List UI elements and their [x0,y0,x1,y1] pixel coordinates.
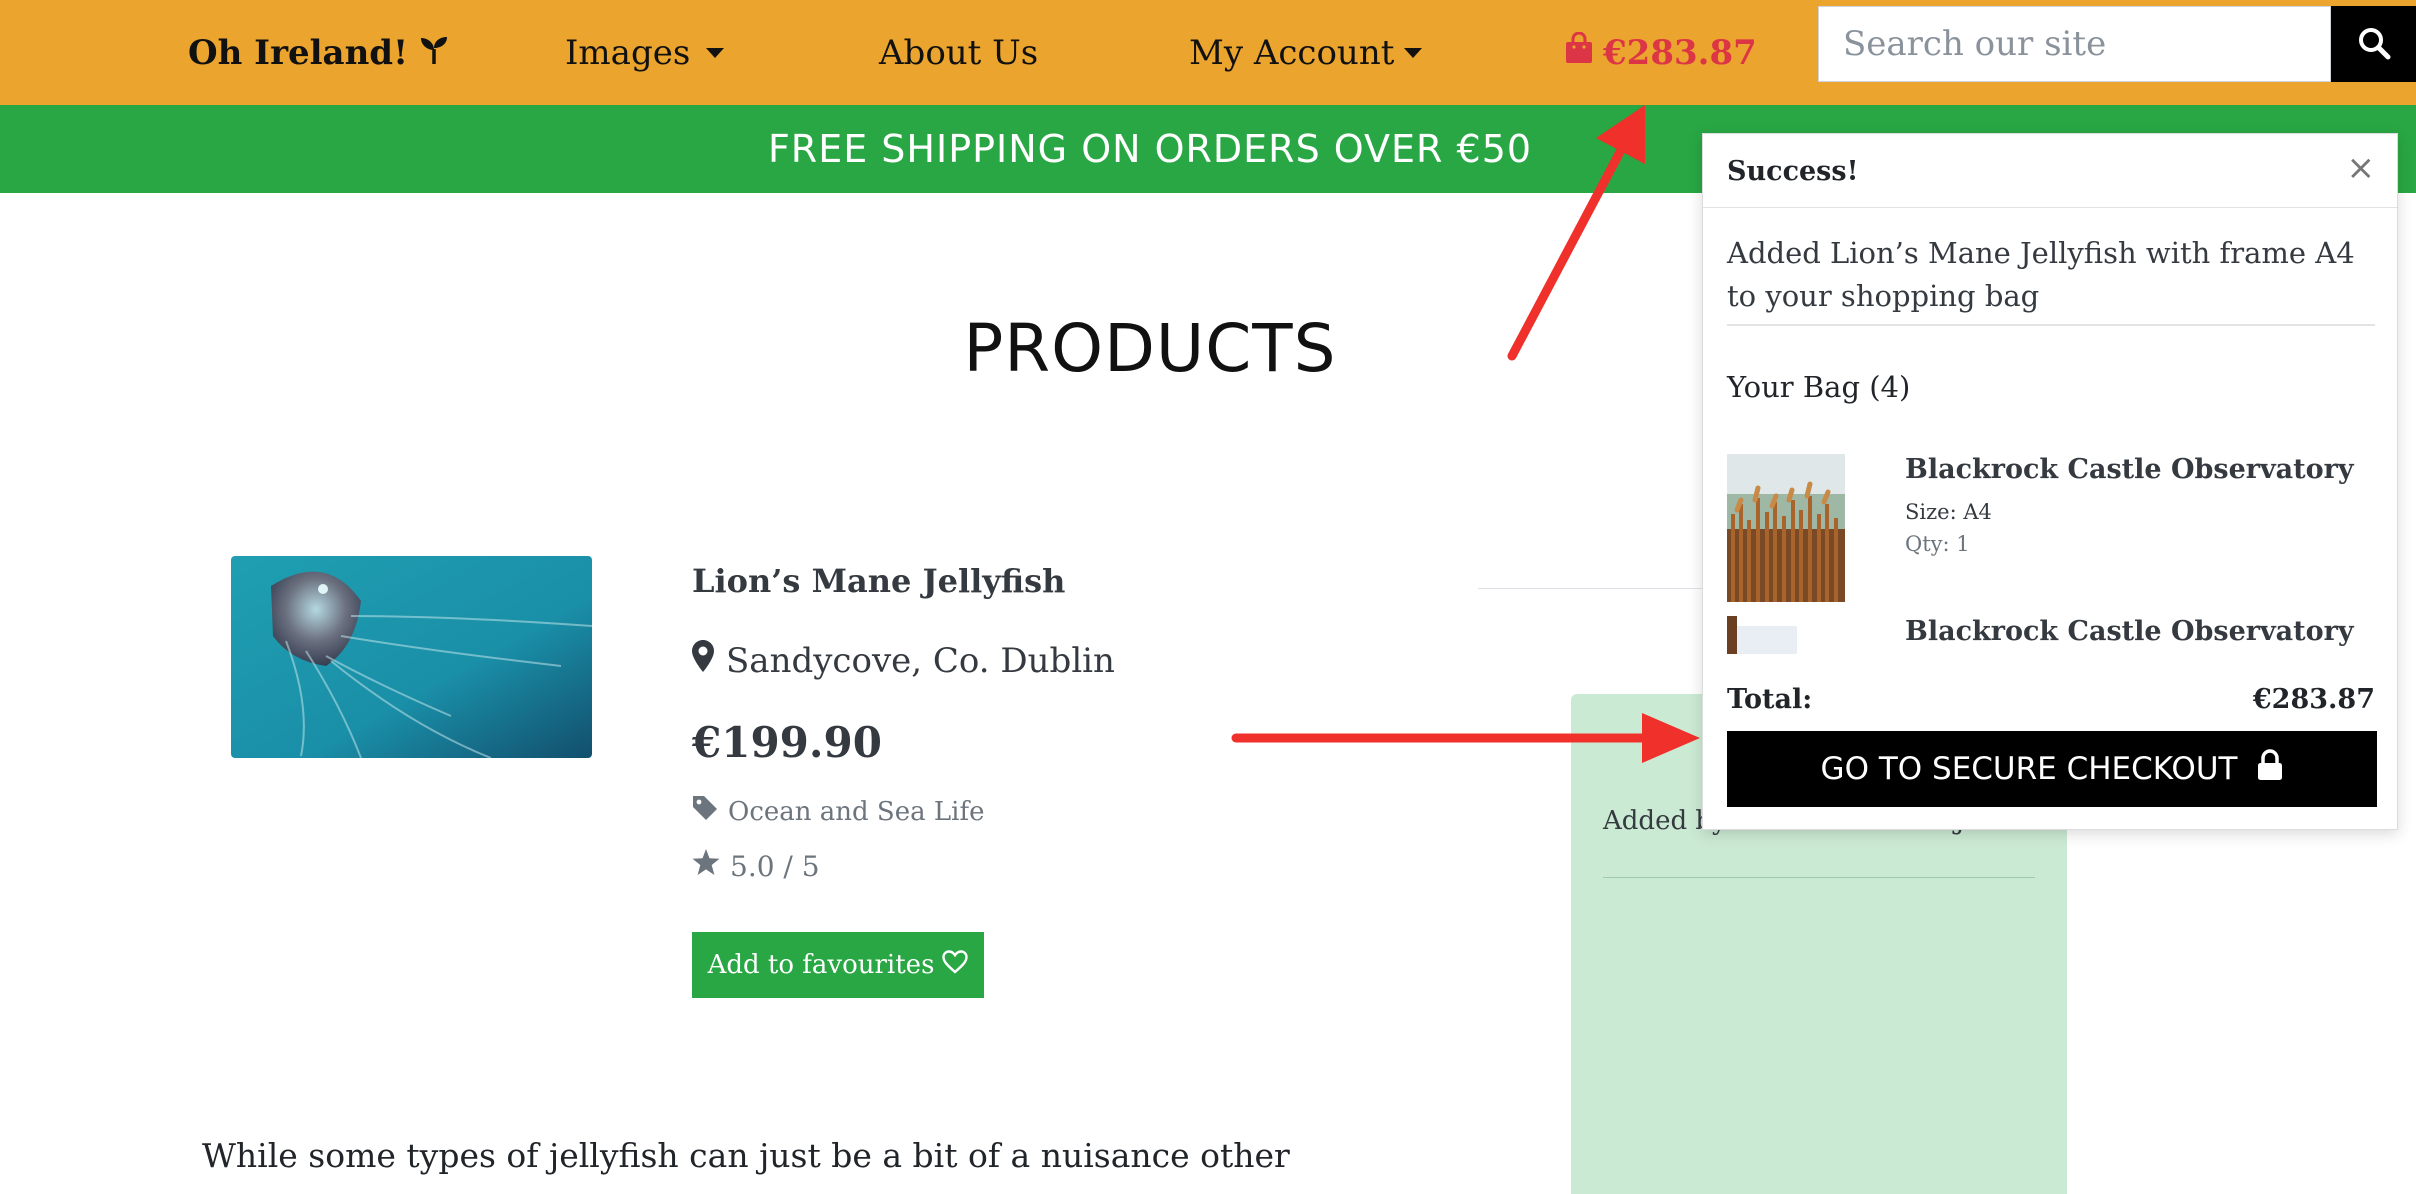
map-marker-icon [692,640,726,681]
product-location: Sandycove, Co. Dublin [692,640,1115,681]
bag-items-list[interactable]: Blackrock Castle Observatory Size: A4 Qt… [1727,454,2377,654]
toast-close-button[interactable]: × [2347,148,2376,188]
bag-item-name: Blackrock Castle Observatory [1905,454,2354,485]
bag-item: Blackrock Castle Observatory [1727,616,2377,654]
nav-account-dropdown[interactable]: My Account [1189,0,1423,105]
chevron-down-icon [706,47,725,58]
toast-title: Success! [1727,156,1859,187]
product-location-text: Sandycove, Co. Dublin [726,640,1115,681]
bag-item-thumbnail [1727,454,1845,602]
product-description: While some types of jellyfish can just b… [202,1136,1290,1175]
seedling-icon [418,33,450,73]
bag-item-size: Size: A4 [1905,500,1992,524]
nav-about-label: About Us [879,32,1039,73]
card-divider [1603,877,2035,878]
bag-total-label: Total: [1727,684,1813,715]
success-toast: Success! × Added Lion’s Mane Jellyfish w… [1702,133,2398,830]
add-to-favourites-label: Add to favourites [707,950,935,980]
nav-about-link[interactable]: About Us [879,0,1038,105]
content-divider [1478,588,1713,589]
toast-divider [1727,324,2375,326]
bag-total-value: €283.87 [2252,684,2375,715]
bag-item-name: Blackrock Castle Observatory [1905,616,2354,647]
brand-label: Oh Ireland! [188,32,408,73]
search-input[interactable] [1818,6,2331,82]
product-category-text: Ocean and Sea Life [728,796,985,827]
product-image[interactable] [231,556,592,758]
nav-account-label: My Account [1189,32,1395,73]
product-rating: 5.0 / 5 [692,849,820,883]
nav-images-label: Images [565,32,691,73]
bag-item: Blackrock Castle Observatory Size: A4 Qt… [1727,454,2377,616]
shopping-bag-icon [1565,31,1593,73]
product-rating-text: 5.0 / 5 [730,849,820,883]
caret-down-icon [1404,47,1423,58]
bag-item-qty: Qty: 1 [1905,532,1970,556]
product-price: €199.90 [692,718,882,767]
search-icon [2357,26,2391,63]
tag-icon [692,795,728,828]
bag-heading: Your Bag (4) [1727,370,1911,404]
shopping-bag-link[interactable]: €283.87 [1565,0,1757,105]
secure-checkout-label: GO TO SECURE CHECKOUT [1820,751,2238,787]
cart-total: €283.87 [1603,32,1757,73]
nav-images-dropdown[interactable]: Images [565,0,725,105]
toast-message: Added Lion’s Mane Jellyfish with frame A… [1727,236,2355,313]
top-navbar: Oh Ireland! Images About Us My Account €… [0,0,2416,105]
brand-logo-link[interactable]: Oh Ireland! [188,0,450,105]
star-icon [692,849,730,883]
toast-header: Success! × [1703,134,2397,208]
lock-icon [2237,749,2283,789]
bag-item-thumbnail [1727,616,1845,654]
product-category-link[interactable]: Ocean and Sea Life [692,795,984,828]
add-to-favourites-button[interactable]: Add to favourites [692,932,984,998]
search-button[interactable] [2331,6,2416,82]
product-name: Lion’s Mane Jellyfish [692,562,1066,600]
heart-icon [934,949,969,981]
secure-checkout-button[interactable]: GO TO SECURE CHECKOUT [1727,731,2377,807]
